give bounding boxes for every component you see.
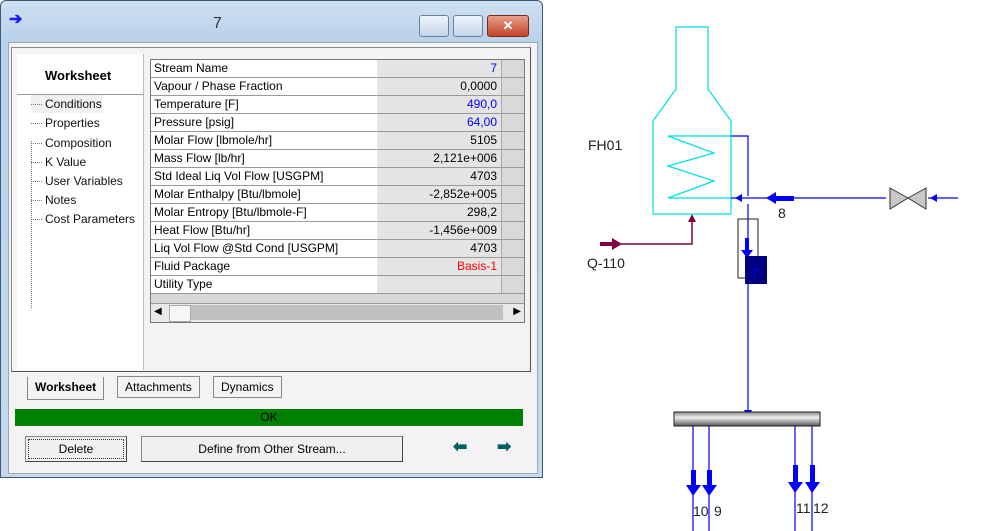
stream-8-label: 8 [778, 205, 786, 221]
tab-attachments[interactable]: Attachments [117, 376, 200, 398]
grid-row: Utility Type [151, 276, 524, 294]
maximize-button[interactable] [453, 15, 483, 37]
scroll-right-icon[interactable]: ▶ [513, 306, 521, 317]
row-label: Pressure [psig] [151, 114, 379, 131]
tree-item-user-variables[interactable]: User Variables [31, 172, 123, 190]
furnace-fh01[interactable] [652, 26, 732, 215]
row-label: Temperature [F] [151, 96, 379, 113]
row-value[interactable]: 4703 [377, 240, 502, 257]
previous-arrow-icon[interactable]: ⬅ [453, 437, 467, 457]
grid-row: Heat Flow [Btu/hr] -1,456e+009 [151, 222, 524, 240]
tree-heading: Worksheet [45, 68, 112, 83]
valve-icon[interactable] [889, 187, 927, 210]
row-label: Fluid Package [151, 258, 379, 275]
row-label: Molar Flow [lbmole/hr] [151, 132, 379, 149]
stream-11-label: 11 [796, 500, 811, 516]
delete-button[interactable]: Delete [25, 436, 127, 462]
tree-item-k-value[interactable]: K Value [31, 153, 86, 171]
row-label: Mass Flow [lb/hr] [151, 150, 379, 167]
tree-item-properties[interactable]: Properties [31, 114, 100, 132]
grid-row: Mass Flow [lb/hr] 2,121e+006 [151, 150, 524, 168]
stream-12-label: 12 [813, 500, 829, 516]
row-value[interactable]: 64,00 [377, 114, 502, 131]
stream-9-label: 9 [714, 503, 722, 519]
energy-stream-label: Q-110 [587, 255, 625, 271]
scroll-thumb[interactable] [169, 305, 191, 322]
grid-row: Stream Name 7 [151, 60, 524, 78]
row-value[interactable]: 298,2 [377, 204, 502, 221]
stream-arrows [686, 192, 937, 496]
row-value[interactable]: 4703 [377, 168, 502, 185]
row-value[interactable] [377, 276, 502, 293]
tab-dynamics[interactable]: Dynamics [213, 376, 282, 398]
row-label: Molar Enthalpy [Btu/lbmole] [151, 186, 379, 203]
tab-worksheet[interactable]: Worksheet [27, 377, 105, 400]
row-value[interactable]: Basis-1 [377, 258, 502, 275]
grid-row: Molar Flow [lbmole/hr] 5105 [151, 132, 524, 150]
grid-row: Fluid Package Basis-1 [151, 258, 524, 276]
window-client: Worksheet Conditions Properties Composit… [8, 42, 538, 474]
row-label: Utility Type [151, 276, 379, 293]
row-value[interactable]: 5105 [377, 132, 502, 149]
minimize-button[interactable] [419, 15, 449, 37]
row-value[interactable]: 0,0000 [377, 78, 502, 95]
grid-row: Molar Entropy [Btu/lbmole-F] 298,2 [151, 204, 524, 222]
stream-7-marker[interactable] [745, 256, 767, 284]
grid-row: Molar Enthalpy [Btu/lbmole] -2,852e+005 [151, 186, 524, 204]
stream-10-label: 10 [693, 503, 709, 519]
stream-window: ➔ 7 ✕ Worksheet Conditions Properties Co… [0, 0, 543, 478]
status-bar: OK [15, 409, 523, 426]
horizontal-scrollbar[interactable]: ◀ ▶ [151, 303, 524, 322]
row-label: Liq Vol Flow @Std Cond [USGPM] [151, 240, 379, 257]
define-from-other-stream-button[interactable]: Define from Other Stream... [141, 436, 403, 462]
grid-row: Temperature [F] 490,0 [151, 96, 524, 114]
grid-row: Pressure [psig] 64,00 [151, 114, 524, 132]
header-manifold[interactable] [673, 411, 821, 427]
page-tree: Worksheet Conditions Properties Composit… [17, 54, 144, 370]
tree-item-composition[interactable]: Composition [31, 134, 112, 152]
worksheet-panel: Worksheet Conditions Properties Composit… [11, 47, 531, 372]
row-label: Molar Entropy [Btu/lbmole-F] [151, 204, 379, 221]
scroll-left-icon[interactable]: ◀ [154, 306, 162, 317]
row-label: Vapour / Phase Fraction [151, 78, 379, 95]
window-title: 7 [213, 15, 222, 32]
row-value[interactable]: 2,121e+006 [377, 150, 502, 167]
grid-row: Liq Vol Flow @Std Cond [USGPM] 4703 [151, 240, 524, 258]
row-label: Heat Flow [Btu/hr] [151, 222, 379, 239]
row-value[interactable]: 490,0 [377, 96, 502, 113]
grid-row: Vapour / Phase Fraction 0,0000 [151, 78, 524, 96]
row-value[interactable]: -2,852e+005 [377, 186, 502, 203]
properties-grid: Utility Type Fluid Package Basis-1 Liq Vol … [150, 59, 525, 323]
row-value[interactable]: 7 [377, 60, 502, 77]
energy-stream-q110[interactable] [600, 214, 696, 250]
next-arrow-icon[interactable]: ➡ [497, 437, 511, 457]
stream-arrow-icon: ➔ [9, 11, 23, 28]
tree-item-notes[interactable]: Notes [31, 191, 76, 209]
row-label: Stream Name [151, 60, 379, 77]
row-label: Std Ideal Liq Vol Flow [USGPM] [151, 168, 379, 185]
close-button[interactable]: ✕ [487, 15, 529, 37]
furnace-label: FH01 [588, 137, 622, 153]
tree-item-conditions[interactable]: Conditions [31, 95, 102, 113]
grid-row: Std Ideal Liq Vol Flow [USGPM] 4703 [151, 168, 524, 186]
row-value[interactable]: -1,456e+009 [377, 222, 502, 239]
tree-item-cost-parameters[interactable]: Cost Parameters [31, 210, 135, 228]
